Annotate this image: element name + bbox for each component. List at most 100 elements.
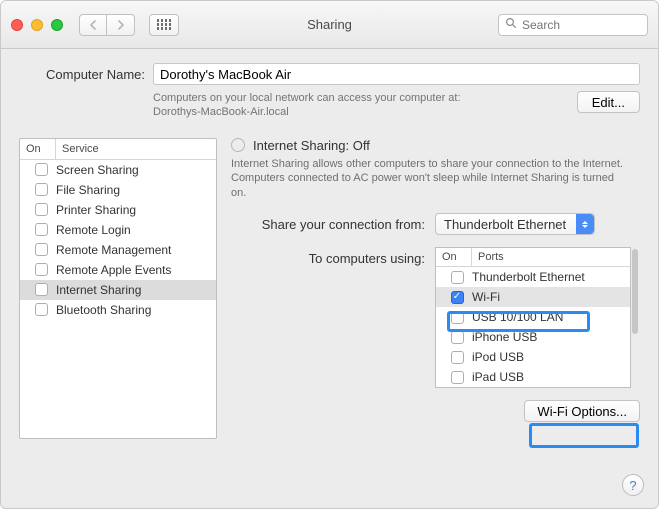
port-row[interactable]: iPod USB (436, 347, 630, 367)
service-label: Remote Login (56, 223, 131, 237)
service-row[interactable]: File Sharing (20, 180, 216, 200)
minimize-window-button[interactable] (31, 19, 43, 31)
service-checkbox-wrap (26, 303, 56, 316)
share-from-label: Share your connection from: (231, 217, 425, 232)
service-list-body[interactable]: Screen Sharing File Sharing Printer Sharin… (20, 160, 216, 438)
port-label: Wi-Fi (472, 290, 500, 304)
help-button[interactable]: ? (622, 474, 644, 496)
back-button[interactable] (79, 14, 107, 36)
col-service: Service (56, 139, 216, 159)
service-checkbox-wrap (26, 223, 56, 236)
nav-buttons (79, 14, 135, 36)
service-label: Printer Sharing (56, 203, 136, 217)
service-label: Bluetooth Sharing (56, 303, 151, 317)
search-icon (505, 17, 517, 32)
detail-title: Internet Sharing: Off (253, 138, 370, 153)
scrollbar-thumb[interactable] (632, 249, 638, 334)
share-from-select[interactable]: Thunderbolt Ethernet (435, 213, 595, 235)
detail-description: Internet Sharing allows other computers … (231, 157, 626, 202)
port-row[interactable]: Wi-Fi (436, 287, 630, 307)
port-checkbox-wrap (442, 271, 472, 284)
to-computers-label: To computers using: (231, 247, 425, 388)
port-checkbox-wrap (442, 291, 472, 304)
port-label: iPad USB (472, 370, 524, 384)
service-list-header: On Service (20, 139, 216, 160)
main-split: On Service Screen Sharing File Sharing Pri… (19, 138, 640, 439)
share-from-row: Share your connection from: Thunderbolt … (231, 213, 640, 235)
port-row[interactable]: iPad USB (436, 367, 630, 387)
service-row[interactable]: Screen Sharing (20, 160, 216, 180)
service-enable-radio[interactable] (231, 138, 245, 152)
content-area: Computer Name: Computers on your local n… (1, 49, 658, 451)
service-checkbox[interactable] (35, 183, 48, 196)
ports-col-on: On (436, 248, 472, 266)
toolbar: Sharing (1, 1, 658, 49)
service-checkbox-wrap (26, 243, 56, 256)
ports-box-wrap: On Ports Thunderbolt Ethernet Wi-Fi USB 10… (435, 247, 631, 388)
service-checkbox-wrap (26, 263, 56, 276)
port-checkbox[interactable] (451, 371, 464, 384)
service-row[interactable]: Bluetooth Sharing (20, 300, 216, 320)
detail-header: Internet Sharing: Off (231, 138, 640, 153)
service-checkbox[interactable] (35, 223, 48, 236)
port-checkbox-wrap (442, 351, 472, 364)
service-label: Remote Management (56, 243, 171, 257)
port-checkbox[interactable] (451, 291, 464, 304)
window-controls (11, 19, 63, 31)
port-checkbox[interactable] (451, 271, 464, 284)
service-checkbox[interactable] (35, 243, 48, 256)
search-field-wrap[interactable] (498, 14, 648, 36)
ports-header: On Ports (436, 248, 630, 267)
service-row[interactable]: Remote Management (20, 240, 216, 260)
detail-panel: Internet Sharing: Off Internet Sharing a… (231, 138, 640, 439)
zoom-window-button[interactable] (51, 19, 63, 31)
help-line1: Computers on your local network can acce… (153, 92, 461, 104)
service-label: Screen Sharing (56, 163, 139, 177)
computer-name-row: Computer Name: (19, 63, 640, 85)
port-label: iPod USB (472, 350, 524, 364)
port-row[interactable]: USB 10/100 LAN (436, 307, 630, 327)
port-checkbox[interactable] (451, 311, 464, 324)
service-label: Internet Sharing (56, 283, 141, 297)
service-row[interactable]: Internet Sharing (20, 280, 216, 300)
grid-icon (157, 19, 172, 30)
port-checkbox[interactable] (451, 351, 464, 364)
service-row[interactable]: Printer Sharing (20, 200, 216, 220)
service-checkbox[interactable] (35, 203, 48, 216)
service-checkbox-wrap (26, 203, 56, 216)
search-input[interactable] (522, 18, 641, 32)
wifi-options-button[interactable]: Wi-Fi Options... (524, 400, 640, 422)
scrollbar-track[interactable] (632, 247, 638, 388)
col-on: On (20, 139, 56, 159)
sharing-window: Sharing Computer Name: Computers on your… (0, 0, 659, 509)
port-row[interactable]: Thunderbolt Ethernet (436, 267, 630, 287)
ports-row: To computers using: On Ports Thunderbolt… (231, 247, 640, 388)
show-all-button[interactable] (149, 14, 179, 36)
computer-name-input[interactable] (153, 63, 640, 85)
forward-button[interactable] (107, 14, 135, 36)
computer-name-help-row: Computers on your local network can acce… (19, 91, 640, 120)
service-checkbox[interactable] (35, 163, 48, 176)
service-checkbox[interactable] (35, 283, 48, 296)
service-list-panel: On Service Screen Sharing File Sharing Pri… (19, 138, 217, 439)
service-row[interactable]: Remote Apple Events (20, 260, 216, 280)
service-checkbox[interactable] (35, 263, 48, 276)
edit-hostname-button[interactable]: Edit... (577, 91, 640, 113)
service-checkbox-wrap (26, 183, 56, 196)
service-checkbox[interactable] (35, 303, 48, 316)
port-row[interactable]: iPhone USB (436, 327, 630, 347)
port-checkbox-wrap (442, 311, 472, 324)
select-arrows-icon (576, 214, 594, 234)
computer-name-label: Computer Name: (19, 67, 145, 82)
port-checkbox-wrap (442, 331, 472, 344)
port-checkbox-wrap (442, 371, 472, 384)
share-from-value: Thunderbolt Ethernet (444, 217, 566, 232)
port-checkbox[interactable] (451, 331, 464, 344)
service-checkbox-wrap (26, 163, 56, 176)
close-window-button[interactable] (11, 19, 23, 31)
service-row[interactable]: Remote Login (20, 220, 216, 240)
ports-list-body[interactable]: Thunderbolt EthernetWi-FiUSB 10/100 LANi… (436, 267, 630, 387)
computer-name-help: Computers on your local network can acce… (153, 91, 461, 120)
service-label: File Sharing (56, 183, 120, 197)
service-checkbox-wrap (26, 283, 56, 296)
